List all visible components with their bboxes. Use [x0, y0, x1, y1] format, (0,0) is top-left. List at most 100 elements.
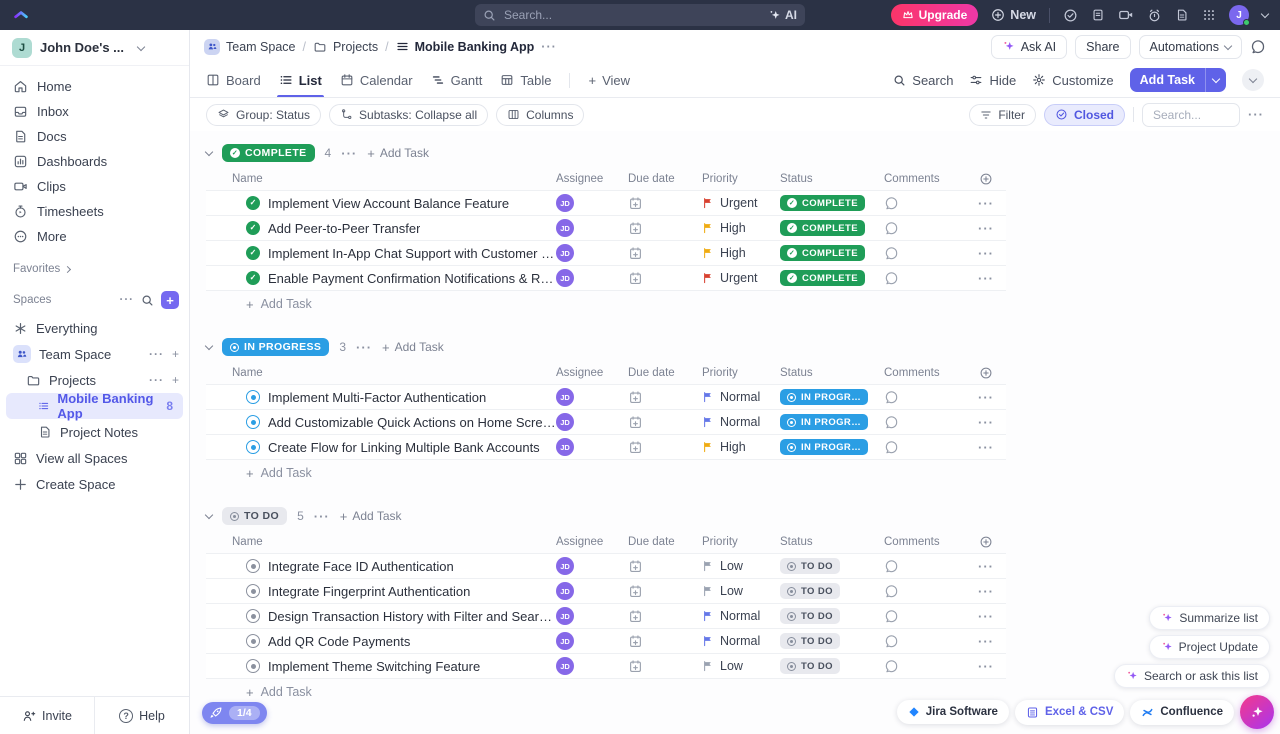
customize-button[interactable]: Customize	[1032, 73, 1113, 88]
column-priority[interactable]: Priority	[702, 536, 780, 548]
priority-cell[interactable]: Urgent	[702, 196, 780, 210]
tab-table[interactable]: Table	[500, 63, 551, 97]
apps-grid-icon[interactable]	[1202, 8, 1216, 22]
task-row[interactable]: ✓ Implement Theme Switching Feature JD L…	[206, 654, 1006, 679]
comment-icon[interactable]	[884, 634, 899, 649]
add-task-dropdown[interactable]	[1205, 68, 1226, 92]
due-date-icon[interactable]	[628, 559, 643, 574]
new-button[interactable]: New	[991, 8, 1036, 22]
breadcrumb-list[interactable]: Mobile Banking App	[396, 40, 535, 54]
group-menu-icon[interactable]: ···	[356, 340, 372, 355]
todo-check-icon[interactable]	[1063, 8, 1078, 23]
sidebar-item-create-space[interactable]: Create Space	[0, 471, 189, 497]
due-date-icon[interactable]	[628, 659, 643, 674]
sidebar-item-home[interactable]: Home	[0, 74, 189, 99]
task-status-icon[interactable]: ✓	[246, 390, 260, 404]
task-status-icon[interactable]: ✓	[246, 659, 260, 673]
task-menu-icon[interactable]: ···	[978, 609, 994, 624]
collapse-group-icon[interactable]	[205, 342, 213, 350]
task-row[interactable]: ✓ Design Transaction History with Filter…	[206, 604, 1006, 629]
task-name[interactable]: Create Flow for Linking Multiple Bank Ac…	[268, 440, 540, 455]
workspace-switcher[interactable]: J John Doe's ...	[0, 30, 189, 66]
due-date-icon[interactable]	[628, 415, 643, 430]
task-menu-icon[interactable]: ···	[978, 559, 994, 574]
priority-cell[interactable]: Low	[702, 584, 780, 598]
tab-board[interactable]: Board	[206, 63, 261, 97]
clip-record-icon[interactable]	[1118, 7, 1134, 23]
sidebar-item-everything[interactable]: Everything	[0, 315, 189, 341]
breadcrumb-menu-icon[interactable]: ···	[541, 40, 557, 54]
task-status-badge[interactable]: ✓ TO DO	[780, 633, 840, 649]
list-search-input[interactable]	[1151, 107, 1231, 123]
team-space-menu-icon[interactable]: ···	[149, 347, 164, 361]
task-row[interactable]: ✓ Integrate Face ID Authentication JD Lo…	[206, 554, 1006, 579]
task-row[interactable]: ✓ Enable Payment Confirmation Notificati…	[206, 266, 1006, 291]
task-status-icon[interactable]: ✓	[246, 584, 260, 598]
due-date-icon[interactable]	[628, 390, 643, 405]
task-menu-icon[interactable]: ···	[978, 221, 994, 236]
column-name[interactable]: Name	[206, 536, 556, 548]
collapse-group-icon[interactable]	[205, 148, 213, 156]
team-space-add-icon[interactable]: +	[172, 347, 179, 361]
task-status-badge[interactable]: ✓ TO DO	[780, 608, 840, 624]
spaces-search-icon[interactable]	[141, 294, 154, 307]
task-menu-icon[interactable]: ···	[978, 440, 994, 455]
confluence-button[interactable]: Confluence	[1130, 700, 1234, 725]
sidebar-item-docs[interactable]: Docs	[0, 124, 189, 149]
assignee-avatar[interactable]: JD	[556, 388, 574, 406]
task-menu-icon[interactable]: ···	[978, 415, 994, 430]
task-status-icon[interactable]: ✓	[246, 609, 260, 623]
add-column-icon[interactable]	[979, 535, 993, 549]
task-menu-icon[interactable]: ···	[978, 196, 994, 211]
task-status-badge[interactable]: ✓ COMPLETE	[780, 220, 865, 236]
add-task-row[interactable]: +Add Task	[206, 460, 1280, 486]
project-update-button[interactable]: Project Update	[1149, 635, 1270, 659]
task-status-icon[interactable]: ✓	[246, 221, 260, 235]
column-name[interactable]: Name	[206, 173, 556, 185]
priority-cell[interactable]: Low	[702, 559, 780, 573]
ask-ai-button[interactable]: Ask AI	[991, 35, 1067, 59]
due-date-icon[interactable]	[628, 634, 643, 649]
task-status-icon[interactable]: ✓	[246, 440, 260, 454]
closed-toggle[interactable]: Closed	[1044, 104, 1125, 126]
sidebar-item-dashboards[interactable]: Dashboards	[0, 149, 189, 174]
column-comments[interactable]: Comments	[884, 536, 966, 548]
reminder-clock-icon[interactable]	[1147, 8, 1162, 23]
due-date-icon[interactable]	[628, 271, 643, 286]
priority-cell[interactable]: Normal	[702, 415, 780, 429]
task-name[interactable]: Implement In-App Chat Support with Custo…	[268, 246, 556, 261]
sidebar-item-project-notes[interactable]: Project Notes	[0, 419, 189, 445]
user-avatar[interactable]: J	[1229, 5, 1249, 25]
due-date-icon[interactable]	[628, 196, 643, 211]
add-task-button[interactable]: Add Task	[1130, 68, 1226, 92]
column-due-date[interactable]: Due date	[628, 536, 702, 548]
topbar-ai-button[interactable]: AI	[768, 8, 797, 22]
summarize-list-button[interactable]: Summarize list	[1149, 606, 1270, 630]
task-menu-icon[interactable]: ···	[978, 584, 994, 599]
task-status-icon[interactable]: ✓	[246, 271, 260, 285]
due-date-icon[interactable]	[628, 221, 643, 236]
comment-icon[interactable]	[884, 440, 899, 455]
sidebar-item-team-space[interactable]: Team Space ···+	[0, 341, 189, 367]
group-status-badge[interactable]: ✓ TO DO	[222, 507, 287, 525]
excel-csv-button[interactable]: Excel & CSV	[1015, 700, 1124, 725]
task-status-badge[interactable]: ✓ TO DO	[780, 558, 840, 574]
comment-icon[interactable]	[884, 659, 899, 674]
columns-button[interactable]: Columns	[496, 104, 584, 126]
task-name[interactable]: Implement View Account Balance Feature	[268, 196, 509, 211]
task-status-icon[interactable]: ✓	[246, 559, 260, 573]
assignee-avatar[interactable]: JD	[556, 582, 574, 600]
column-due-date[interactable]: Due date	[628, 173, 702, 185]
task-status-icon[interactable]: ✓	[246, 634, 260, 648]
column-comments[interactable]: Comments	[884, 367, 966, 379]
assignee-avatar[interactable]: JD	[556, 438, 574, 456]
due-date-icon[interactable]	[628, 609, 643, 624]
task-status-badge[interactable]: ✓ TO DO	[780, 583, 840, 599]
comment-icon[interactable]	[884, 271, 899, 286]
priority-cell[interactable]: High	[702, 440, 780, 454]
upgrade-button[interactable]: Upgrade	[891, 4, 979, 26]
comment-icon[interactable]	[884, 609, 899, 624]
global-search[interactable]: AI	[475, 4, 805, 26]
comment-icon[interactable]	[884, 415, 899, 430]
comment-icon[interactable]	[884, 559, 899, 574]
